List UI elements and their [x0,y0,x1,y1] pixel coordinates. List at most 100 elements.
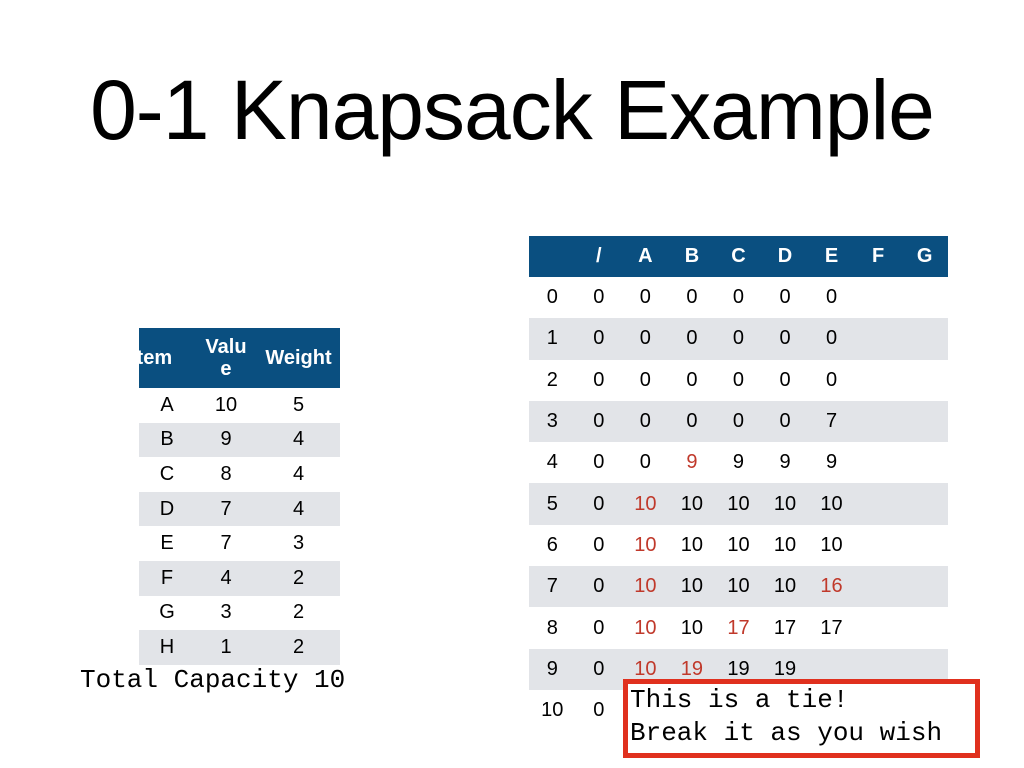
items-table-row: A 10 5 [139,388,340,423]
item-cell: D [159,497,175,520]
dp-cell: 0 [639,286,651,309]
dp-table-row: 7 0 10 10 10 10 16 [529,566,948,608]
items-table-body: A 10 5 B 9 4 C 8 4 D 7 4 E 7 3 F 4 2 G 3 2 H 1 2 [139,388,340,665]
dp-cell: 0 [593,451,605,474]
dp-cell: 9 [825,451,838,474]
item-cell: B [160,428,174,451]
dp-cell: 0 [686,410,698,433]
header-weight: Weight [265,347,332,369]
dp-cell: 7 [825,410,838,433]
dp-table-row: 6 0 10 10 10 10 10 [529,525,948,566]
dp-cell-highlighted: 19 [680,657,704,680]
items-table-row: E 7 3 [139,526,340,561]
dp-cell: 0 [593,410,605,433]
weight-cell: 2 [292,566,305,589]
value-cell: 4 [220,566,232,589]
dp-cell: 10 [680,616,704,639]
weight-cell: 2 [292,601,305,624]
header-item-column: / [596,245,602,267]
items-table-row: B 9 4 [139,422,340,458]
dp-table-row: 1 0 0 0 0 0 0 [529,318,948,360]
dp-cell: 17 [773,616,797,639]
item-cell: E [160,532,174,555]
dp-cell: 19 [773,657,797,680]
callout-line2: Break it as you wish [630,718,943,748]
dp-cell: 10 [773,533,797,556]
dp-table-row: 3 0 0 0 0 0 7 [529,400,948,443]
dp-cell: 0 [593,699,605,722]
header-item: Item [131,347,173,369]
dp-cell: 0 [732,286,745,309]
dp-cell: 10 [820,492,843,515]
dp-cell: 0 [593,533,605,556]
dp-cell: 10 [680,533,704,556]
header-item-column: D [777,245,793,267]
dp-cell: 0 [732,327,745,350]
item-cell: A [160,393,174,416]
dp-table-row: 2 0 0 0 0 0 0 [529,360,948,401]
value-cell: 3 [220,601,232,624]
dp-cell-highlighted: 10 [634,575,657,598]
dp-cell: 10 [680,575,704,598]
dp-cell: 0 [593,492,605,515]
capacity-label-cell: 4 [546,451,558,474]
dp-cell: 10 [820,533,843,556]
header-item-column: E [824,245,839,267]
dp-cell: 0 [779,410,791,433]
weight-cell: 4 [292,497,305,520]
dp-cell: 10 [680,492,704,515]
value-cell: 8 [220,462,232,485]
dp-table-header: / A B C D E F G [529,236,948,277]
item-cell: G [159,601,175,624]
items-table-row: G 3 2 [139,596,340,631]
dp-cell: 0 [593,286,605,309]
dp-cell: 10 [773,492,797,515]
dp-cell-highlighted: 17 [727,616,750,639]
dp-cell: 0 [732,368,745,391]
dp-cell: 10 [727,575,750,598]
dp-table-row: 0 0 0 0 0 0 0 [529,277,948,318]
dp-cell: 0 [593,327,605,350]
capacity-label-cell: 10 [541,699,564,722]
dp-cell-highlighted: 10 [634,616,657,639]
weight-cell: 3 [292,532,305,555]
weight-cell: 4 [292,428,305,451]
dp-cell-highlighted: 16 [820,575,843,598]
dp-table-row: 4 0 0 9 9 9 9 [529,442,948,483]
header-value-line1: Valu [205,336,247,358]
dp-cell-highlighted: 10 [634,533,657,556]
items-table-row: D 7 4 [139,491,340,527]
capacity-label-cell: 7 [546,575,558,598]
weight-cell: 2 [292,635,305,658]
capacity-label-cell: 1 [546,327,558,350]
dp-cell: 0 [593,575,605,598]
item-cell: F [160,566,174,589]
weight-cell: 4 [292,462,305,485]
value-cell: 9 [220,428,232,451]
items-table-row: F 4 2 [139,560,340,596]
dp-cell: 0 [639,327,651,350]
items-table-row: C 8 4 [139,457,340,492]
value-cell: 10 [214,393,238,416]
item-cell: H [159,635,175,658]
dp-cell-highlighted: 9 [686,451,698,474]
slide-title: 0-1 Knapsack Example [90,63,935,157]
dp-cell: 0 [825,327,838,350]
items-table: Item Valu e Weight A 10 5 B 9 4 C 8 4 D 7 4 E 7 3 F 4 2 G 3 2… [131,328,340,665]
dp-cell: 10 [727,533,750,556]
dp-table-body: 0 0 0 0 0 0 0 1 0 0 0 0 0 0 2 0 0 0 0 0 0 3 0 0 0 0 0 7 4 0 0 9 9 9 9 5 0 10 1… [529,277,948,731]
dp-cell: 0 [779,368,791,391]
callout-line1: This is a tie! [630,685,849,715]
value-cell: 1 [220,635,232,658]
dp-cell: 19 [727,657,750,680]
tie-callout: This is a tie! Break it as you wish [623,679,980,758]
item-cell: C [159,462,175,485]
dp-table-row: 8 0 10 10 17 17 17 [529,607,948,648]
dp-cell: 0 [686,286,698,309]
dp-cell: 0 [639,410,651,433]
dp-cell: 0 [825,368,838,391]
header-item-column: F [871,245,885,267]
dp-table-row: 5 0 10 10 10 10 10 [529,483,948,525]
dp-cell: 10 [773,575,797,598]
capacity-label-cell: 3 [546,410,558,433]
